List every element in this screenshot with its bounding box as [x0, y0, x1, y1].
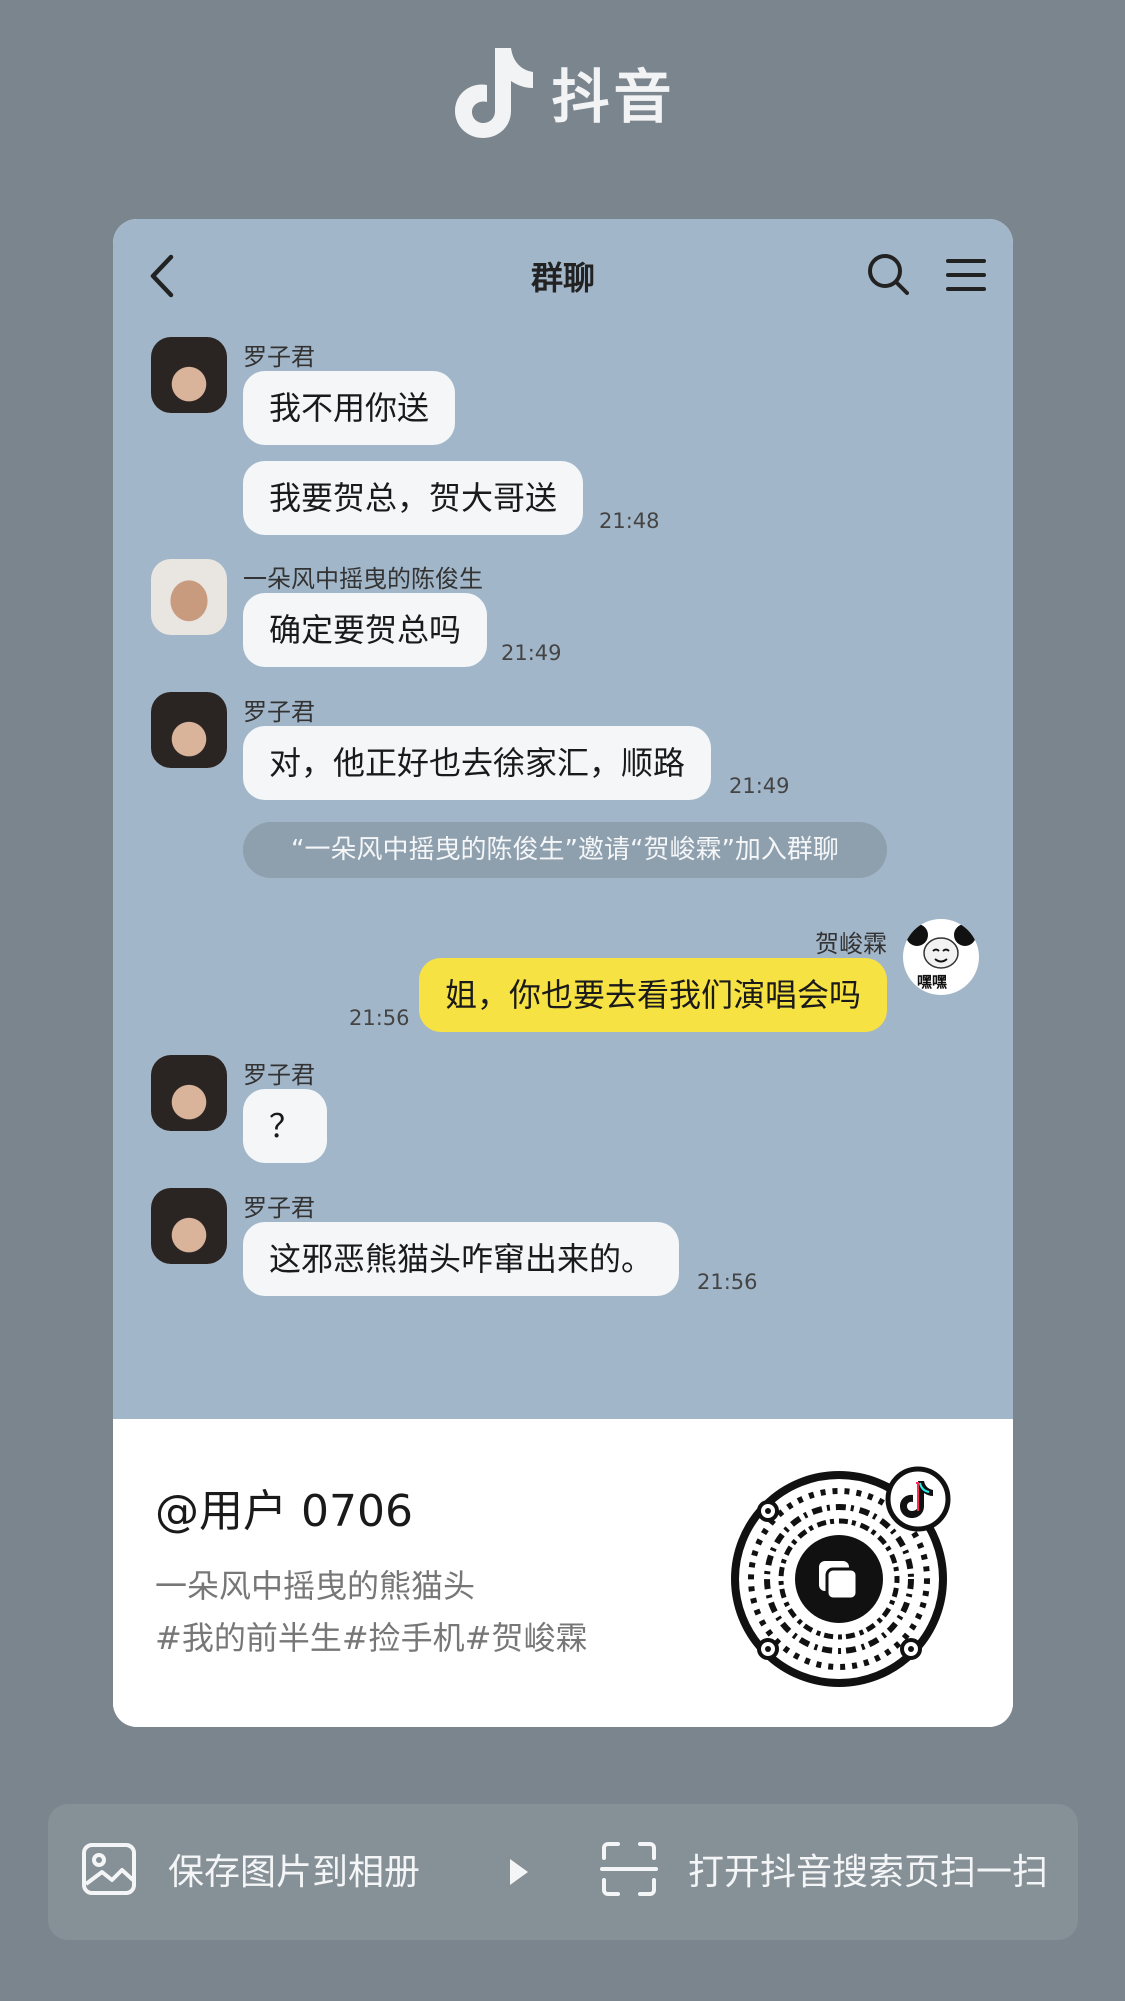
save-image-label: 保存图片到相册: [168, 1852, 421, 1893]
scan-qr-label: 打开抖音搜索页扫一扫: [688, 1852, 1049, 1893]
douyin-logo-icon: [455, 48, 534, 138]
message-bubble[interactable]: 我要贺总，贺大哥送: [243, 461, 584, 535]
avatar[interactable]: [151, 559, 227, 635]
chat-header: 群聊: [113, 219, 1013, 329]
message-bubble[interactable]: ？: [243, 1089, 328, 1163]
avatar[interactable]: [151, 1188, 227, 1264]
message-time: 21:48: [599, 509, 660, 533]
message-bubble[interactable]: 对，他正好也去徐家汇，顺路: [243, 726, 712, 800]
brand-header: 抖音: [0, 42, 1125, 142]
message-bubble[interactable]: 姐，你也要去看我们演唱会吗: [418, 958, 887, 1032]
action-bar: 保存图片到相册 打开抖音搜索页扫一扫: [48, 1804, 1078, 1940]
avatar-text: 嘿嘿: [917, 973, 948, 991]
share-poster: 抖音 群聊 罗子君 我不用你送 我要贺总，贺大哥送 21:48 一朵风中摇曳的陈…: [0, 0, 1125, 2001]
username[interactable]: @用户 0706: [155, 1475, 413, 1539]
message-time: 21:56: [349, 1006, 410, 1030]
sender-name: 一朵风中摇曳的陈俊生: [243, 565, 483, 593]
menu-icon[interactable]: [945, 255, 987, 295]
search-icon[interactable]: [865, 251, 911, 297]
chat-screenshot: 群聊 罗子君 我不用你送 我要贺总，贺大哥送 21:48 一朵风中摇曳的陈俊生: [113, 219, 1013, 1419]
brand-name: 抖音: [551, 63, 676, 131]
save-image-button[interactable]: 保存图片到相册: [80, 1840, 420, 1898]
sender-name: 罗子君: [243, 698, 315, 726]
sender-name: 罗子君: [243, 343, 315, 371]
message-bubble[interactable]: 这邪恶熊猫头咋窜出来的。: [243, 1222, 680, 1296]
image-icon: [82, 1843, 136, 1895]
message-bubble[interactable]: 确定要贺总吗: [243, 593, 488, 667]
avatar[interactable]: [151, 337, 227, 413]
sender-name: 贺峻霖: [815, 930, 887, 958]
sender-name: 罗子君: [243, 1061, 315, 1089]
sender-name: 罗子君: [243, 1194, 315, 1222]
play-icon: [510, 1859, 528, 1885]
avatar[interactable]: [151, 1055, 227, 1131]
avatar[interactable]: [151, 692, 227, 768]
system-message: “一朵风中摇曳的陈俊生”邀请“贺峻霖”加入群聊: [243, 822, 887, 878]
message-time: 21:49: [501, 641, 562, 665]
share-card: 群聊 罗子君 我不用你送 我要贺总，贺大哥送 21:48 一朵风中摇曳的陈俊生: [113, 219, 1013, 1727]
post-info: @用户 0706 一朵风中摇曳的熊猫头 #我的前半生#捡手机#贺峻霖: [113, 1419, 1013, 1727]
message-time: 21:49: [729, 774, 790, 798]
hashtags-line: #我的前半生#捡手机#贺峻霖: [155, 1619, 588, 1657]
scan-icon: [600, 1842, 658, 1896]
message-time: 21:56: [697, 1270, 758, 1294]
message-bubble[interactable]: 我不用你送: [243, 371, 456, 445]
avatar[interactable]: 嘿嘿: [903, 919, 979, 995]
description-line: 一朵风中摇曳的熊猫头: [155, 1567, 476, 1605]
scan-qr-button[interactable]: 打开抖音搜索页扫一扫: [600, 1840, 1048, 1898]
qr-code-icon: [731, 1466, 951, 1687]
